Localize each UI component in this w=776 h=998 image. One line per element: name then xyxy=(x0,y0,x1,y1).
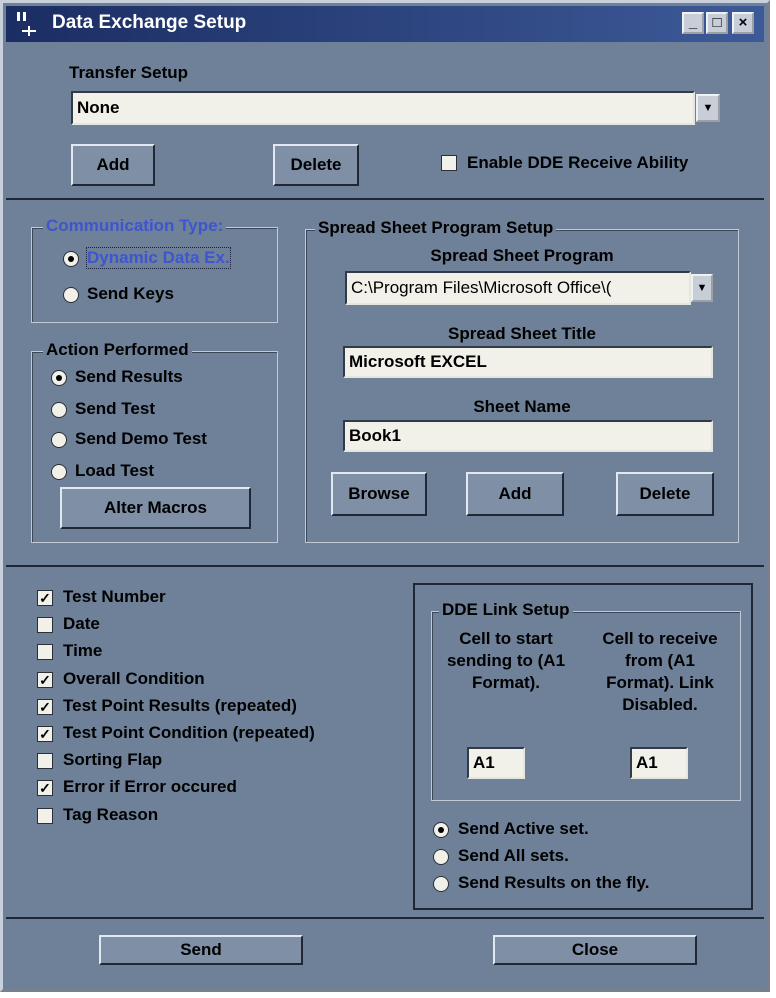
field-checkbox-label: Test Point Condition (repeated) xyxy=(63,723,315,742)
radio-send-active-set[interactable] xyxy=(433,822,449,838)
enable-dde-label: Enable DDE Receive Ability xyxy=(467,153,689,172)
transfer-add-button[interactable]: Add xyxy=(71,144,155,186)
radio-label-dynamic-data-ex: Dynamic Data Ex. xyxy=(86,247,231,269)
receive-cell-label: Cell to receive from (A1 Format). Link D… xyxy=(581,628,739,716)
alter-macros-button[interactable]: Alter Macros xyxy=(60,487,251,529)
radio-label-send-test: Send Test xyxy=(75,399,155,418)
receive-cell-input[interactable]: A1 xyxy=(630,747,688,779)
field-checkbox-label: Test Point Results (repeated) xyxy=(63,696,297,715)
radio-label-send-active-set: Send Active set. xyxy=(458,819,589,838)
communication-type-group xyxy=(31,227,278,323)
radio-label-send-all-sets: Send All sets. xyxy=(458,846,569,865)
radio-load-test[interactable] xyxy=(51,464,67,480)
transfer-setup-value: None xyxy=(77,98,120,117)
radio-send-all-sets[interactable] xyxy=(433,849,449,865)
send-cell-label-line: Cell to start xyxy=(459,629,553,648)
data-exchange-dialog: Data Exchange Setup _ □ × Transfer Setup… xyxy=(0,0,770,992)
send-cell-label: Cell to start sending to (A1 Format). xyxy=(431,628,581,694)
field-checkbox-label: Overall Condition xyxy=(63,669,205,688)
receive-cell-label-line: Disabled. xyxy=(622,695,698,714)
action-performed-title: Action Performed xyxy=(43,340,192,360)
minimize-icon: _ xyxy=(688,14,698,31)
radio-dynamic-data-ex[interactable] xyxy=(63,251,79,267)
spreadsheet-program-select[interactable]: C:\Program Files\Microsoft Office\( xyxy=(345,271,691,305)
send-button[interactable]: Send xyxy=(99,935,303,965)
radio-label-load-test: Load Test xyxy=(75,461,155,480)
field-checkbox[interactable] xyxy=(37,644,53,660)
radio-label-send-keys: Send Keys xyxy=(87,284,174,303)
section-divider xyxy=(6,565,764,567)
window-title: Data Exchange Setup xyxy=(52,12,247,33)
radio-send-results[interactable] xyxy=(51,370,67,386)
enable-dde-checkbox[interactable] xyxy=(441,155,457,171)
app-icon xyxy=(17,12,36,36)
spreadsheet-title-value: Microsoft EXCEL xyxy=(349,352,487,371)
transfer-setup-select[interactable]: None xyxy=(71,91,695,125)
send-cell-label-line: Format). xyxy=(472,673,540,692)
radio-label-send-results: Send Results xyxy=(75,367,183,386)
section-divider xyxy=(6,917,764,919)
field-checkbox[interactable] xyxy=(37,617,53,633)
field-checkbox[interactable]: ✓ xyxy=(37,780,53,796)
field-checkbox[interactable]: ✓ xyxy=(37,590,53,606)
spreadsheet-program-value: C:\Program Files\Microsoft Office\( xyxy=(351,278,612,297)
spreadsheet-title-input[interactable]: Microsoft EXCEL xyxy=(343,346,713,378)
maximize-icon: □ xyxy=(712,14,722,31)
dde-link-setup-title: DDE Link Setup xyxy=(439,600,573,620)
radio-send-test[interactable] xyxy=(51,402,67,418)
field-checkbox-label: Time xyxy=(63,641,103,660)
field-checkbox-label: Sorting Flap xyxy=(63,750,163,769)
spreadsheet-title-label: Spread Sheet Title xyxy=(447,324,596,343)
receive-cell-value: A1 xyxy=(636,753,658,772)
transfer-setup-dropdown-arrow-icon[interactable]: ▼ xyxy=(696,94,720,122)
field-checkbox-label: Tag Reason xyxy=(63,805,159,824)
spreadsheet-program-dropdown-arrow-icon[interactable]: ▼ xyxy=(691,274,713,302)
field-checkbox-label: Date xyxy=(63,614,100,633)
field-checkbox[interactable]: ✓ xyxy=(37,726,53,742)
close-button[interactable]: Close xyxy=(493,935,697,965)
send-cell-value: A1 xyxy=(473,753,495,772)
receive-cell-label-line: Cell to receive xyxy=(602,629,718,648)
radio-send-keys[interactable] xyxy=(63,287,79,303)
spreadsheet-setup-title: Spread Sheet Program Setup xyxy=(315,218,557,238)
radio-send-demo-test[interactable] xyxy=(51,432,67,448)
radio-label-send-demo-test: Send Demo Test xyxy=(75,429,207,448)
receive-cell-label-line: from (A1 xyxy=(625,651,695,670)
field-checkbox[interactable]: ✓ xyxy=(37,699,53,715)
title-bar[interactable]: Data Exchange Setup _ □ × xyxy=(6,6,764,42)
field-checkbox-label: Test Number xyxy=(63,587,166,606)
field-checkbox[interactable] xyxy=(37,808,53,824)
maximize-button[interactable]: □ xyxy=(706,12,728,34)
field-checkbox-label: Error if Error occured xyxy=(63,777,237,796)
radio-send-results-on-the-fly[interactable] xyxy=(433,876,449,892)
sheet-name-value: Book1 xyxy=(349,426,401,445)
field-checkbox[interactable]: ✓ xyxy=(37,672,53,688)
sheet-name-label: Sheet Name xyxy=(473,397,571,416)
send-cell-input[interactable]: A1 xyxy=(467,747,525,779)
receive-cell-label-line: Format). Link xyxy=(606,673,714,692)
close-icon: × xyxy=(738,14,748,31)
sheet-name-input[interactable]: Book1 xyxy=(343,420,713,452)
transfer-delete-button[interactable]: Delete xyxy=(273,144,359,186)
radio-label-send-results-on-the-fly: Send Results on the fly. xyxy=(458,873,650,892)
transfer-setup-label: Transfer Setup xyxy=(69,63,189,82)
field-checkbox[interactable] xyxy=(37,753,53,769)
spreadsheet-program-label: Spread Sheet Program xyxy=(430,246,614,265)
close-window-button[interactable]: × xyxy=(732,12,754,34)
minimize-button[interactable]: _ xyxy=(682,12,704,34)
browse-button[interactable]: Browse xyxy=(331,472,427,516)
communication-type-title: Communication Type: xyxy=(43,216,227,236)
spreadsheet-delete-button[interactable]: Delete xyxy=(616,472,714,516)
spreadsheet-add-button[interactable]: Add xyxy=(466,472,564,516)
section-divider xyxy=(6,198,764,200)
send-cell-label-line: sending to (A1 xyxy=(446,651,566,670)
